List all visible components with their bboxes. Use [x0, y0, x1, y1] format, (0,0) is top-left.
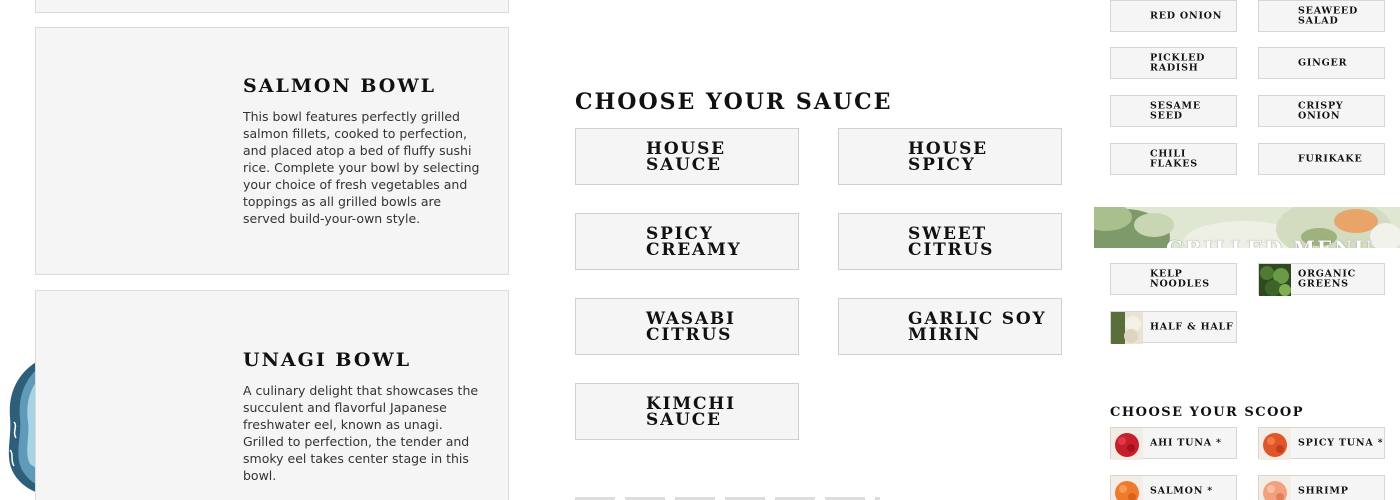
base-label: KELP NOODLES [1150, 268, 1210, 289]
scoop-label: SALMON * [1150, 485, 1214, 497]
sauce-option-spicy-creamy[interactable]: SPICY CREAMY [575, 213, 799, 270]
sauce-option-label: KIMCHI SAUCE [646, 393, 736, 430]
bowl-description: This bowl features perfectly grilled sal… [243, 109, 480, 226]
base-option-half-and-half[interactable]: HALF & HALF [1110, 311, 1237, 344]
sauce-option-label: SWEET CITRUS [908, 223, 995, 260]
grilled-menu-banner: GRILLED MENU [1094, 207, 1400, 248]
base-option-organic-greens[interactable]: ORGANIC GREENS [1258, 263, 1385, 296]
topping-label: CHILI FLAKES [1150, 148, 1198, 169]
bowl-description: A culinary delight that showcases the su… [243, 383, 479, 483]
base-option-kelp-noodles[interactable]: KELP NOODLES [1110, 263, 1237, 295]
scoop-label: SPICY TUNA * [1298, 437, 1384, 449]
scoop-option-ahi-tuna[interactable]: AHI TUNA * [1110, 427, 1237, 460]
scoop-option-salmon[interactable]: SALMON * [1110, 475, 1237, 500]
base-label: HALF & HALF [1150, 321, 1234, 333]
scoop-label: SHRIMP [1298, 485, 1349, 497]
bowl-title: SALMON BOWL [243, 75, 437, 97]
topping-option-pickled-radish[interactable]: PICKLED RADISH [1110, 47, 1237, 79]
sauce-option-label: HOUSE SPICY [908, 138, 988, 175]
bowl-card-previous [35, 0, 509, 13]
bowl-card-salmon: SALMON BOWL This bowl features perfectly… [35, 27, 509, 275]
greens-thumbnail-icon [1259, 264, 1291, 296]
sauce-option-kimchi-sauce[interactable]: KIMCHI SAUCE [575, 383, 799, 440]
sauce-option-sweet-citrus[interactable]: SWEET CITRUS [838, 213, 1062, 270]
bowl-card-unagi: UNAGI BOWL A culinary delight that showc… [35, 290, 509, 500]
grilled-menu-title: GRILLED MENU [1166, 236, 1374, 248]
topping-option-ginger[interactable]: GINGER [1258, 47, 1385, 79]
sauce-option-label: WASABI CITRUS [646, 308, 736, 345]
topping-label: SESAME SEED [1150, 100, 1201, 121]
topping-label: PICKLED RADISH [1150, 52, 1206, 73]
sauce-option-label: GARLIC SOY MIRIN [908, 308, 1047, 345]
bowl-title: UNAGI BOWL [243, 349, 412, 371]
scoop-section-heading: CHOOSE YOUR SCOOP [1110, 405, 1305, 420]
wave-illustration [0, 362, 36, 492]
sauce-option-house-sauce[interactable]: HOUSE SAUCE [575, 128, 799, 185]
topping-option-sesame-seed[interactable]: SESAME SEED [1110, 95, 1237, 127]
topping-option-crispy-onion[interactable]: CRISPY ONION [1258, 95, 1385, 127]
sauce-option-label: SPICY CREAMY [646, 223, 742, 260]
sauce-option-garlic-soy-mirin[interactable]: GARLIC SOY MIRIN [838, 298, 1062, 355]
topping-option-furikake[interactable]: FURIKAKE [1258, 143, 1385, 175]
spicy-tuna-thumbnail-icon [1259, 428, 1291, 460]
topping-label: RED ONION [1150, 10, 1223, 22]
sauce-option-house-spicy[interactable]: HOUSE SPICY [838, 128, 1062, 185]
topping-label: SEAWEED SALAD [1298, 5, 1358, 26]
salmon-thumbnail-icon [1111, 476, 1143, 500]
sauce-section-heading: CHOOSE YOUR SAUCE [575, 89, 893, 115]
topping-option-red-onion[interactable]: RED ONION [1110, 0, 1237, 32]
sauce-option-wasabi-citrus[interactable]: WASABI CITRUS [575, 298, 799, 355]
topping-label: FURIKAKE [1298, 153, 1363, 165]
shrimp-thumbnail-icon [1259, 476, 1291, 500]
topping-label: CRISPY ONION [1298, 100, 1344, 121]
topping-option-chili-flakes[interactable]: CHILI FLAKES [1110, 143, 1237, 175]
base-label: ORGANIC GREENS [1298, 268, 1356, 289]
scoop-option-shrimp[interactable]: SHRIMP [1258, 475, 1385, 500]
sauce-option-label: HOUSE SAUCE [646, 138, 726, 175]
scoop-option-spicy-tuna[interactable]: SPICY TUNA * [1258, 427, 1385, 460]
ahi-tuna-thumbnail-icon [1111, 428, 1143, 460]
topping-label: GINGER [1298, 57, 1348, 69]
rice-greens-thumbnail-icon [1111, 312, 1143, 344]
scoop-label: AHI TUNA * [1150, 437, 1222, 449]
topping-option-seaweed-salad[interactable]: SEAWEED SALAD [1258, 0, 1385, 32]
